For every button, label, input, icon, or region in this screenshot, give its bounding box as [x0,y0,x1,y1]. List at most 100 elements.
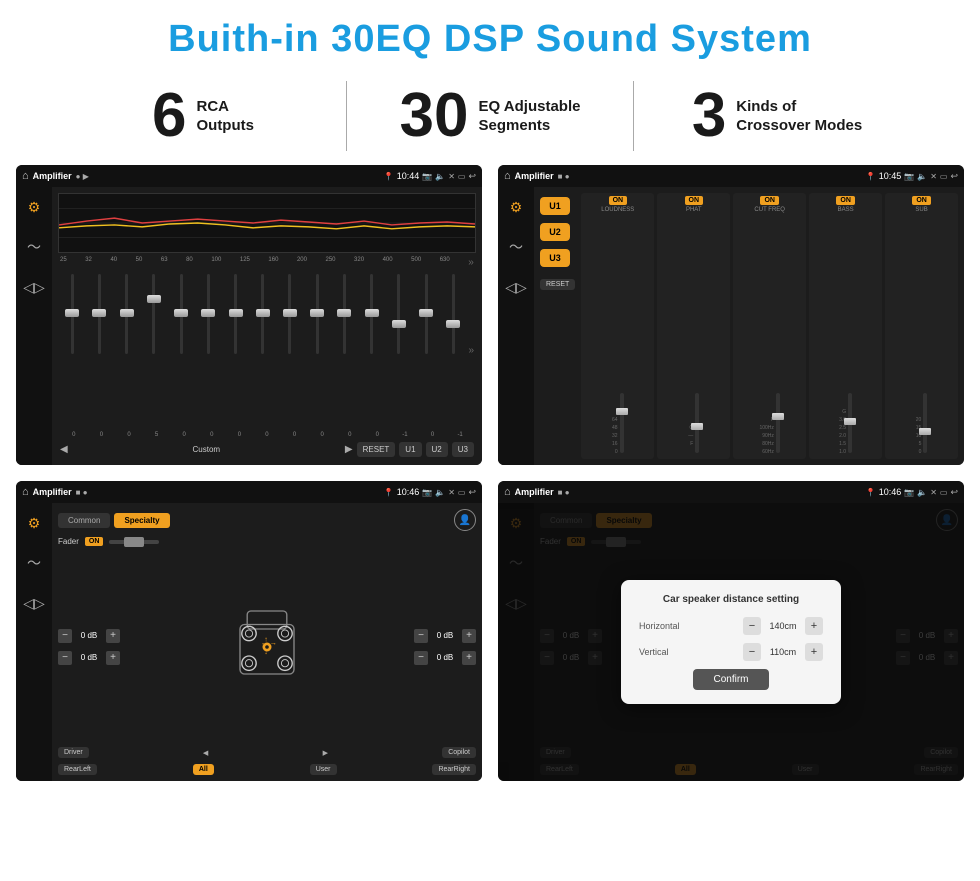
db-minus-fl[interactable]: − [58,629,72,643]
back-icon-3[interactable]: ↩ [468,487,476,498]
eq-slider-13[interactable] [414,270,438,430]
ch-on-2[interactable]: ON [760,196,779,205]
profile-icon-3[interactable]: 👤 [454,509,476,531]
u2-btn[interactable]: U2 [540,223,570,241]
ch-on-1[interactable]: ON [685,196,704,205]
ch-track-3[interactable] [848,393,852,453]
ch-on-0[interactable]: ON [609,196,628,205]
eq-icon-3[interactable]: ⚙ [22,511,46,535]
arrow-right-sp[interactable]: ▶ [323,749,328,757]
eq-u3-btn[interactable]: U3 [452,442,474,457]
eq-icon[interactable]: ⚙ [22,195,46,219]
eq-u1-btn[interactable]: U1 [399,442,421,457]
back-icon-4[interactable]: ↩ [950,487,958,498]
arrow-left-sp[interactable]: ◀ [203,749,208,757]
confirm-button[interactable]: Confirm [693,669,768,690]
eq-slider-4[interactable] [169,270,193,430]
home-icon-4[interactable]: ⌂ [504,486,511,498]
db-plus-rl[interactable]: + [106,651,120,665]
vertical-minus[interactable]: − [743,643,761,661]
stat-crossover: 3 Kinds of Crossover Modes [634,85,920,147]
wave-icon-3[interactable]: 〜 [22,551,46,575]
eq-graph [58,193,476,253]
db-plus-fl[interactable]: + [106,629,120,643]
ch-track-2[interactable] [776,393,780,453]
ch-label-4: SUB [915,207,927,213]
ch-label-2: CUT FREQ [754,207,785,213]
speaker-icon-2[interactable]: ◁▷ [504,275,528,299]
u1-btn[interactable]: U1 [540,197,570,215]
copilot-btn[interactable]: Copilot [442,747,476,758]
db-plus-rr[interactable]: + [462,651,476,665]
speaker-icon[interactable]: ◁▷ [22,275,46,299]
eq-slider-0[interactable] [60,270,84,430]
home-icon-2[interactable]: ⌂ [504,170,511,182]
eq-slider-1[interactable] [87,270,111,430]
vertical-label: Vertical [639,647,689,657]
mixer-reset-btn[interactable]: RESET [540,279,575,290]
ch-thumb-2[interactable] [772,413,784,420]
screen-dialog: ⌂ Amplifier ■ ● 📍 10:46 📷 🔈 ✕ ▭ ↩ ⚙ 〜 ◁▷ [498,481,964,781]
db-minus-fr[interactable]: − [414,629,428,643]
ch-thumb-4[interactable] [919,428,931,435]
eq-slider-14[interactable] [441,270,465,430]
horizontal-plus[interactable]: + [805,617,823,635]
vol-icon-4: 🔈 [917,488,927,497]
eq-slider-7[interactable] [251,270,275,430]
eq-slider-6[interactable] [223,270,247,430]
eq-slider-12[interactable] [387,270,411,430]
rearleft-btn[interactable]: RearLeft [58,764,97,775]
home-icon-1[interactable]: ⌂ [22,170,29,182]
wave-icon-2[interactable]: 〜 [504,235,528,259]
rearright-btn[interactable]: RearRight [432,764,476,775]
rect-icon-1: ▭ [458,172,466,181]
back-icon-2[interactable]: ↩ [950,171,958,182]
ch-thumb-1[interactable] [691,423,703,430]
ch-thumb-0[interactable] [616,408,628,415]
eq-u2-btn[interactable]: U2 [426,442,448,457]
eq-slider-10[interactable] [332,270,356,430]
eq-slider-2[interactable] [114,270,138,430]
db-minus-rl[interactable]: − [58,651,72,665]
eq-prev-btn[interactable]: ◀ [60,444,68,455]
eq-reset-btn[interactable]: RESET [357,442,396,457]
user-btn[interactable]: User [310,764,337,775]
eq-slider-9[interactable] [305,270,329,430]
ch-nums-2: F100Hz90Hz80Hz60Hz [759,416,773,456]
fader-track[interactable] [109,540,159,544]
ch-on-3[interactable]: ON [836,196,855,205]
ch-track-1[interactable] [695,393,699,453]
vol-icon-2: 🔈 [917,172,927,181]
eq-slider-5[interactable] [196,270,220,430]
eq-icon-2[interactable]: ⚙ [504,195,528,219]
back-icon-1[interactable]: ↩ [468,171,476,182]
rect-icon-2: ▭ [940,172,948,181]
eq-slider-3[interactable] [142,270,166,430]
u3-btn[interactable]: U3 [540,249,570,267]
driver-btn[interactable]: Driver [58,747,89,758]
tab-common[interactable]: Common [58,513,110,528]
eq-slider-8[interactable] [278,270,302,430]
eq-next-btn[interactable]: ▶ [345,444,353,455]
eq-sliders: » [58,270,476,430]
vertical-plus[interactable]: + [805,643,823,661]
ch-track-0[interactable] [620,393,624,453]
ch-track-4[interactable] [923,393,927,453]
eq-expand-icon[interactable]: » [469,345,475,356]
all-btn[interactable]: All [193,764,214,775]
mixer-ch-4: ON SUB 20151050 [885,193,958,459]
horizontal-minus[interactable]: − [743,617,761,635]
ch-on-4[interactable]: ON [912,196,931,205]
speaker-icon-3[interactable]: ◁▷ [22,591,46,615]
dots-2: ■ ● [558,172,570,181]
home-icon-3[interactable]: ⌂ [22,486,29,498]
status-bar-4: ⌂ Amplifier ■ ● 📍 10:46 📷 🔈 ✕ ▭ ↩ [498,481,964,503]
eq-slider-11[interactable] [360,270,384,430]
ch-thumb-3[interactable] [844,418,856,425]
fader-on-badge[interactable]: ON [85,537,104,546]
db-minus-rr[interactable]: − [414,651,428,665]
db-plus-fr[interactable]: + [462,629,476,643]
wave-icon[interactable]: 〜 [22,235,46,259]
eq-area: 2532405063 80100125160200 25032040050063… [52,187,482,465]
tab-specialty[interactable]: Specialty [114,513,169,528]
